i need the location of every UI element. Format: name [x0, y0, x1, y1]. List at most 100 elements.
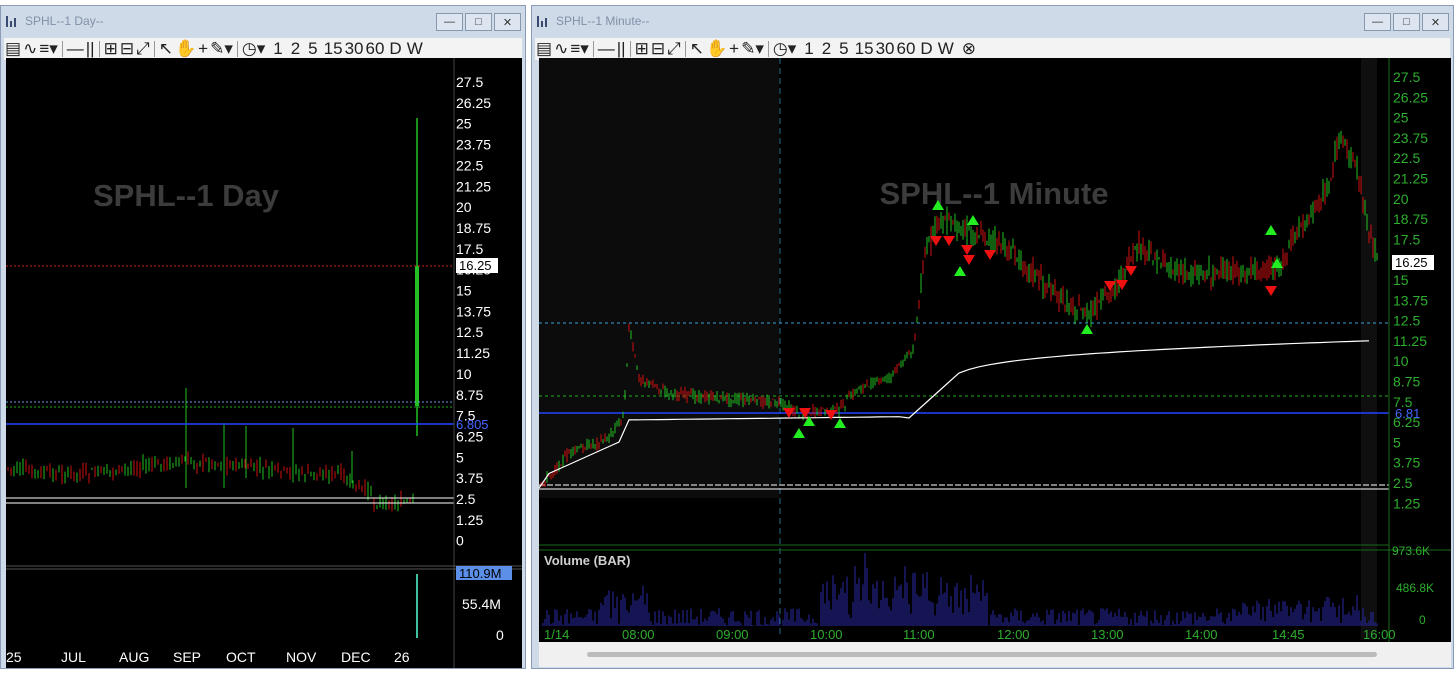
horizontal-line-icon[interactable]: ― [66, 39, 85, 59]
period-30[interactable]: 30 [875, 39, 896, 59]
time-axis-label: 11:00 [903, 627, 935, 642]
level-label: 6.805 [456, 417, 489, 432]
price-axis-label: 11.25 [456, 345, 490, 361]
volume-zero-label: 0 [1419, 613, 1426, 627]
period-2[interactable]: 2 [821, 39, 832, 59]
zoom-fit-icon[interactable]: ⤢ [135, 39, 151, 59]
period-30[interactable]: 30 [344, 39, 365, 59]
crosshair-icon[interactable]: + [728, 39, 740, 59]
clock-icon[interactable]: ◷▾ [241, 39, 266, 59]
pencil-icon[interactable]: ✎▾ [209, 39, 234, 59]
date-axis-label: SEP [173, 649, 201, 665]
price-axis-label: 13.75 [1393, 292, 1428, 308]
chart-type-icon[interactable]: ▤ [4, 39, 22, 59]
time-axis-label: 09:00 [716, 627, 749, 642]
scrollbar-thumb[interactable] [587, 652, 1377, 657]
minimize-button[interactable]: — [1364, 13, 1391, 31]
daily-candle-body [415, 266, 419, 406]
indicator-menu-icon[interactable]: ≡▾ [38, 39, 58, 59]
period-day[interactable]: D [919, 39, 933, 59]
period-1[interactable]: 1 [803, 39, 814, 59]
hand-icon[interactable]: ✋ [705, 39, 728, 59]
buy-marker [1265, 225, 1277, 235]
maximize-button[interactable]: □ [465, 13, 492, 31]
price-axis-label: 27.5 [1393, 69, 1420, 85]
time-axis-label: 10:00 [810, 627, 843, 642]
line-chart-icon[interactable]: ∿ [22, 39, 38, 59]
zoom-out-icon[interactable]: ⊟ [650, 39, 666, 59]
zoom-in-icon[interactable]: ⊞ [634, 39, 650, 59]
zoom-in-icon[interactable]: ⊞ [103, 39, 119, 59]
window-titlebar[interactable]: SPHL--1 Day-- — □ ✕ [1, 6, 525, 36]
price-axis-label: 18.75 [1393, 211, 1428, 227]
price-axis-label: 25 [456, 116, 472, 132]
period-5[interactable]: 5 [838, 39, 849, 59]
horizontal-scrollbar[interactable] [539, 642, 1451, 667]
date-axis-label: OCT [226, 649, 256, 665]
price-axis-label: 2.5 [456, 491, 476, 507]
crosshair-icon[interactable]: + [197, 39, 209, 59]
maximize-button[interactable]: □ [1393, 13, 1420, 31]
period-15[interactable]: 15 [323, 39, 344, 59]
vertical-line-icon[interactable]: || [85, 39, 96, 59]
price-axis-label: 22.5 [1393, 150, 1420, 166]
period-60[interactable]: 60 [895, 39, 916, 59]
daily-chart-canvas[interactable]: SPHL--1 Day 27.5 26.25 25 23.75 22.5 21.25 20 1… [6, 58, 522, 668]
sell-marker [1125, 266, 1137, 276]
zoom-fit-icon[interactable]: ⤢ [666, 39, 682, 59]
line-chart-icon[interactable]: ∿ [553, 39, 569, 59]
period-15[interactable]: 15 [854, 39, 875, 59]
zoom-out-icon[interactable]: ⊟ [119, 39, 135, 59]
period-60[interactable]: 60 [364, 39, 385, 59]
pencil-icon[interactable]: ✎▾ [740, 39, 765, 59]
hand-icon[interactable]: ✋ [174, 39, 197, 59]
period-week[interactable]: W [937, 39, 955, 59]
daily-chart[interactable]: SPHL--1 Day 27.5 26.25 25 23.75 22.5 21.25 20 1… [6, 58, 522, 668]
period-1[interactable]: 1 [272, 39, 283, 59]
time-axis-label: 13:00 [1091, 627, 1124, 642]
sell-marker [825, 410, 837, 420]
price-axis-label: 12.5 [456, 324, 483, 340]
period-5[interactable]: 5 [307, 39, 318, 59]
cancel-icon[interactable]: ⊗ [961, 39, 977, 59]
price-axis-label: 1.25 [456, 512, 483, 528]
buy-marker [967, 215, 979, 225]
price-axis-label: 17.5 [1393, 231, 1420, 247]
time-axis-label: 14:00 [1185, 627, 1218, 642]
price-axis-label: 12.5 [1393, 313, 1420, 329]
volume-mid-label: 486.8K [1396, 581, 1434, 595]
period-day[interactable]: D [388, 39, 402, 59]
pointer-icon[interactable]: ↖ [689, 39, 705, 59]
window-title: SPHL--1 Minute-- [556, 14, 650, 28]
period-2[interactable]: 2 [290, 39, 301, 59]
sell-marker [943, 236, 955, 246]
date-axis-label: NOV [286, 649, 317, 665]
close-button[interactable]: ✕ [1422, 13, 1449, 31]
chart-app-icon [6, 15, 19, 27]
sell-marker [961, 245, 973, 255]
minute-chart[interactable]: SPHL--1 Minute 27.5 26.25 25 23.75 22.5 21.25… [538, 58, 1451, 667]
price-axis-label: 21.25 [456, 178, 491, 194]
buy-marker [793, 428, 805, 438]
price-axis-label: 5 [1393, 434, 1401, 450]
close-button[interactable]: ✕ [494, 13, 521, 31]
chart-type-icon[interactable]: ▤ [535, 39, 553, 59]
price-axis-label: 26.25 [1393, 89, 1428, 105]
volume-zero-label: 0 [496, 627, 504, 643]
window-titlebar[interactable]: SPHL--1 Minute-- — □ ✕ [532, 6, 1453, 36]
buy-marker [954, 266, 966, 276]
period-week[interactable]: W [406, 39, 424, 59]
minimize-button[interactable]: — [436, 13, 463, 31]
price-axis-label: 15 [1393, 272, 1409, 288]
vertical-line-icon[interactable]: || [616, 39, 627, 59]
indicator-menu-icon[interactable]: ≡▾ [569, 39, 589, 59]
horizontal-line-icon[interactable]: ― [597, 39, 616, 59]
price-axis-label: 11.25 [1393, 333, 1427, 349]
minute-chart-canvas[interactable]: SPHL--1 Minute 27.5 26.25 25 23.75 22.5 21.25… [538, 58, 1451, 667]
clock-icon[interactable]: ◷▾ [772, 39, 797, 59]
price-axis-label: 25 [1393, 110, 1409, 126]
time-axis-label: 08:00 [622, 627, 655, 642]
pointer-icon[interactable]: ↖ [158, 39, 174, 59]
sell-marker [984, 250, 996, 260]
date-axis-label: 26 [394, 649, 410, 665]
